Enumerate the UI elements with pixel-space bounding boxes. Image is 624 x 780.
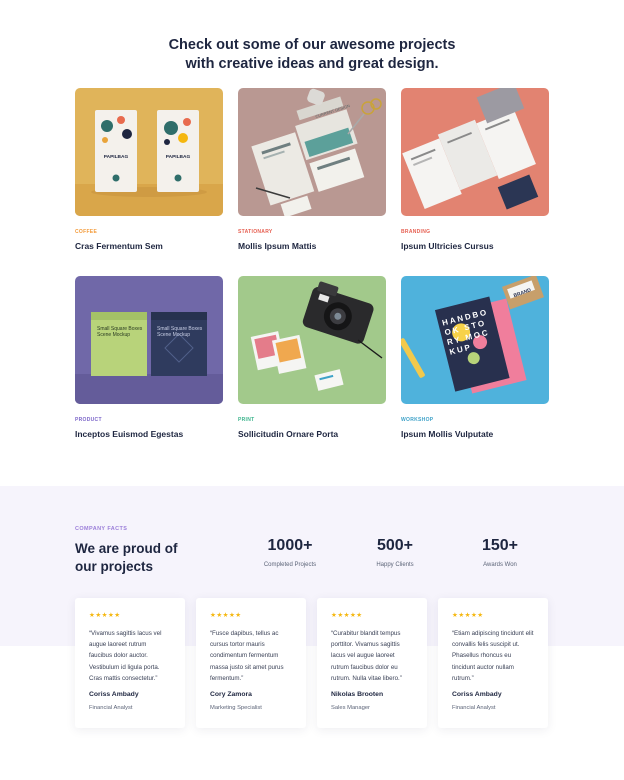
testimonial-card: ★★★★★ “Vivamus sagittis lacus vel augue … bbox=[75, 598, 185, 728]
project-title[interactable]: Ipsum Ultricies Cursus bbox=[401, 241, 549, 251]
testimonial-name: Coriss Ambady bbox=[452, 691, 502, 698]
coffee-brand-label: PAPILBAG bbox=[104, 154, 129, 160]
stat-value: 500+ bbox=[376, 537, 414, 554]
testimonial-quote: “Etiam adipiscing tincidunt elit convall… bbox=[452, 630, 534, 682]
stat-value: 1000+ bbox=[267, 537, 313, 554]
testimonial-name: Coriss Ambady bbox=[89, 691, 139, 698]
testimonial-card: ★★★★★ “Fusce dapibus, tellus ac cursus t… bbox=[196, 598, 306, 728]
project-thumbnail-branding[interactable] bbox=[401, 88, 549, 216]
star-rating-icon: ★★★★★ bbox=[331, 612, 363, 619]
testimonial-card: ★★★★★ “Etiam adipiscing tincidunt elit c… bbox=[438, 598, 548, 728]
project-title[interactable]: Mollis Ipsum Mattis bbox=[238, 241, 386, 251]
company-facts-title-line1: We are proud of bbox=[75, 541, 178, 556]
project-thumbnail-product[interactable]: Small Square Boxes Scene Mockup Small Sq… bbox=[75, 276, 223, 404]
testimonial-card: ★★★★★ “Curabitur blandit tempus porttito… bbox=[317, 598, 427, 728]
testimonial-quote: “Fusce dapibus, tellus ac cursus tortor … bbox=[210, 630, 284, 682]
stat-happy-clients: 500+ Happy Clients bbox=[345, 537, 445, 568]
stat-completed-projects: 1000+ Completed Projects bbox=[240, 537, 340, 568]
star-rating-icon: ★★★★★ bbox=[452, 612, 484, 619]
project-title[interactable]: Ipsum Mollis Vulputate bbox=[401, 429, 549, 439]
star-rating-icon: ★★★★★ bbox=[89, 612, 121, 619]
project-title[interactable]: Cras Fermentum Sem bbox=[75, 241, 223, 251]
stat-awards-won: 150+ Awards Won bbox=[450, 537, 550, 568]
books-image: HANDBOOK STORY MOCKUP BRAND bbox=[401, 276, 549, 404]
box-label: Small Square Boxes Scene Mockup bbox=[157, 326, 203, 338]
testimonial-role: Sales Manager bbox=[331, 705, 370, 711]
project-category: Print bbox=[238, 417, 255, 423]
project-card[interactable]: HANDBOOK STORY MOCKUP BRAND Workshop Ips… bbox=[401, 276, 549, 439]
project-title[interactable]: Sollicitudin Ornare Porta bbox=[238, 429, 386, 439]
star-rating-icon: ★★★★★ bbox=[210, 612, 242, 619]
testimonial-role: Financial Analyst bbox=[89, 705, 133, 711]
projects-heading-line1: Check out some of our awesome projects bbox=[168, 37, 456, 53]
testimonial-role: Financial Analyst bbox=[452, 705, 496, 711]
camera-image bbox=[238, 276, 386, 404]
testimonial-quote: “Vivamus sagittis lacus vel augue laoree… bbox=[89, 630, 162, 682]
box-label: Small Square Boxes Scene Mockup bbox=[97, 326, 143, 338]
testimonial-role: Marketing Specialist bbox=[210, 705, 262, 711]
stat-label: Completed Projects bbox=[263, 562, 317, 568]
project-thumbnail-coffee[interactable]: PAPILBAG PAPILBAG bbox=[75, 88, 223, 216]
testimonial-name: Nikolas Brooten bbox=[331, 691, 384, 698]
company-facts-title-line2: our projects bbox=[75, 558, 154, 574]
stat-label: Awards Won bbox=[483, 562, 517, 568]
project-category: Product bbox=[75, 417, 102, 423]
project-card[interactable]: PAPILBAG PAPILBAG Coffee Cras Fermentum … bbox=[75, 88, 223, 251]
project-category: Stationary bbox=[238, 229, 273, 235]
company-facts-label: COMPANY FACTS bbox=[75, 526, 128, 532]
stat-label: Happy Clients bbox=[376, 562, 414, 568]
testimonial-quote: “Curabitur blandit tempus porttitor. Viv… bbox=[331, 630, 402, 682]
brochure-image bbox=[401, 88, 549, 216]
project-card[interactable]: Small Square Boxes Scene Mockup Small Sq… bbox=[75, 276, 223, 439]
boxes-image: Small Square Boxes Scene Mockup Small Sq… bbox=[75, 276, 223, 404]
project-card[interactable]: Branding Ipsum Ultricies Cursus bbox=[401, 88, 549, 251]
testimonial-name: Cory Zamora bbox=[210, 691, 252, 698]
project-thumbnail-stationary[interactable]: CURRENT DESIGN bbox=[238, 88, 386, 216]
coffee-brand-label: PAPILBAG bbox=[166, 154, 191, 160]
project-category: Branding bbox=[401, 229, 431, 235]
project-thumbnail-print[interactable] bbox=[238, 276, 386, 404]
project-title[interactable]: Inceptos Euismod Egestas bbox=[75, 429, 223, 439]
project-category: Workshop bbox=[401, 417, 434, 423]
projects-heading-line2: with creative ideas and great design. bbox=[185, 56, 439, 72]
stat-value: 150+ bbox=[481, 537, 519, 554]
company-facts-title: We are proud of our projects bbox=[75, 540, 178, 575]
stationery-image: CURRENT DESIGN bbox=[238, 88, 386, 216]
coffee-bags-image: PAPILBAG PAPILBAG bbox=[75, 88, 223, 216]
projects-heading: Check out some of our awesome projects w… bbox=[0, 36, 624, 74]
project-thumbnail-workshop[interactable]: HANDBOOK STORY MOCKUP BRAND bbox=[401, 276, 549, 404]
project-category: Coffee bbox=[75, 229, 98, 235]
project-card[interactable]: CURRENT DESIGN Stationary Mollis Ipsum M… bbox=[238, 88, 386, 251]
project-card[interactable]: Print Sollicitudin Ornare Porta bbox=[238, 276, 386, 439]
